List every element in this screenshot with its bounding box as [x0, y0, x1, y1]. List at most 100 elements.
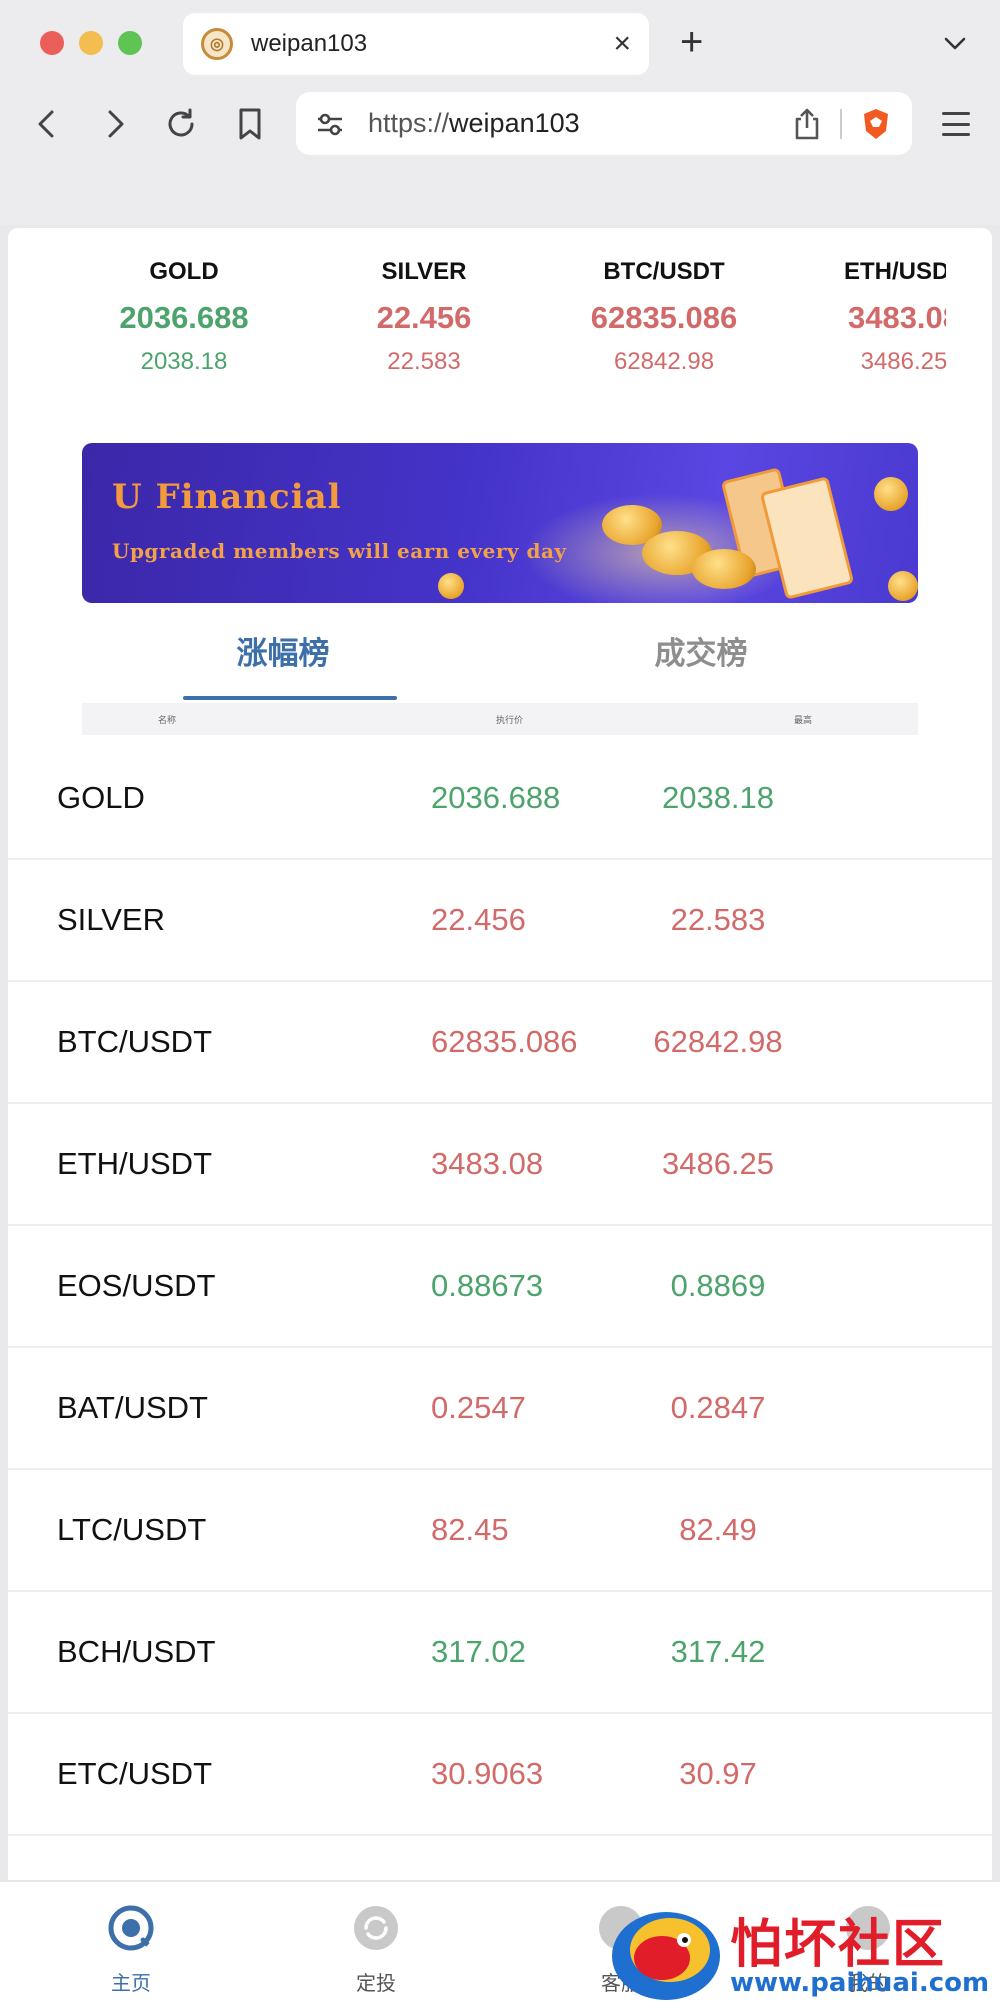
- row-symbol: EOS/USDT: [57, 1268, 216, 1303]
- row-high: 82.49: [679, 1512, 757, 1547]
- row-price: 82.45: [431, 1512, 509, 1547]
- table-row[interactable]: ETH/USDT 3483.08 3486.25: [8, 1104, 992, 1226]
- minimize-window-button[interactable]: [79, 31, 103, 55]
- maximize-window-button[interactable]: [118, 31, 142, 55]
- table-row[interactable]: GOLD 2036.688 2038.18: [8, 738, 992, 860]
- active-tab-indicator: [183, 696, 397, 700]
- row-symbol: BCH/USDT: [57, 1634, 216, 1669]
- ticker-price: 22.456: [376, 300, 472, 335]
- row-price: 22.456: [431, 902, 526, 937]
- reload-icon: [168, 108, 194, 137]
- promo-banner[interactable]: U Financial Upgraded members will earn e…: [82, 443, 918, 603]
- ticker-item[interactable]: SILVER 22.456 22.583: [314, 258, 534, 376]
- table-row[interactable]: BAT/USDT 0.2547 0.2847: [8, 1348, 992, 1470]
- row-symbol: GOLD: [57, 780, 145, 815]
- tab-volume[interactable]: 成交榜: [601, 628, 801, 673]
- bottom-navigation: 主页 定投 客服 我的 怕坏社区 www.paihuai.com: [0, 1880, 1000, 2006]
- back-arrow-icon: [38, 110, 54, 138]
- row-price: 0.2547: [431, 1390, 526, 1425]
- price-ticker: GOLD 2036.688 2038.18 SILVER 22.456 22.5…: [8, 228, 946, 408]
- row-symbol: BTC/USDT: [57, 1024, 212, 1059]
- tab-title: weipan103: [251, 30, 368, 57]
- ticker-price: 62835.086: [590, 300, 738, 335]
- column-header-price: 执行价: [496, 714, 524, 725]
- ticker-price: 3483.08: [847, 300, 946, 335]
- coin-illustration: [438, 573, 464, 599]
- row-price: 30.9063: [431, 1756, 544, 1791]
- new-tab-icon[interactable]: +: [680, 22, 703, 62]
- tab-gainers[interactable]: 涨幅榜: [183, 628, 383, 673]
- brave-shield-icon[interactable]: [860, 107, 892, 141]
- ticker-secondary-price: 62842.98: [613, 348, 715, 375]
- row-high: 317.42: [670, 1634, 766, 1669]
- ticker-price: 2036.688: [119, 300, 249, 335]
- site-settings-icon[interactable]: [316, 111, 344, 137]
- web-page: GOLD 2036.688 2038.18 SILVER 22.456 22.5…: [8, 228, 992, 2006]
- ranking-tabs: 涨幅榜 成交榜: [8, 628, 992, 700]
- toolbar-divider: [840, 108, 842, 139]
- table-row[interactable]: BCH/USDT 317.02 317.42: [8, 1592, 992, 1714]
- row-symbol: BAT/USDT: [57, 1390, 208, 1425]
- row-high: 0.8869: [670, 1268, 766, 1303]
- row-price: 62835.086: [431, 1024, 578, 1059]
- coin-illustration: [692, 549, 756, 589]
- window-controls: [40, 31, 142, 55]
- table-row[interactable]: SILVER 22.456 22.583: [8, 860, 992, 982]
- row-price: 0.88673: [431, 1268, 544, 1303]
- row-price: 317.02: [431, 1634, 526, 1669]
- banner-title: U Financial: [112, 477, 342, 517]
- column-header-high: 最高: [794, 714, 813, 725]
- site-favicon-icon: ◎: [201, 28, 233, 60]
- row-high: 62842.98: [653, 1024, 783, 1059]
- ticker-item[interactable]: GOLD 2036.688 2038.18: [74, 258, 294, 376]
- nav-item-home[interactable]: 主页: [71, 1904, 191, 1996]
- ticker-item[interactable]: BTC/USDT 62835.086 62842.98: [554, 258, 774, 376]
- share-icon[interactable]: [792, 107, 822, 141]
- nav-label: 主页: [111, 1973, 151, 1995]
- url-text[interactable]: https://weipan103: [368, 108, 792, 139]
- watermark-url: www.paihuai.com: [730, 1968, 990, 1998]
- row-high: 30.97: [679, 1756, 757, 1791]
- reload-button[interactable]: [161, 104, 201, 144]
- back-button[interactable]: [27, 104, 67, 144]
- coin-illustration: [874, 477, 908, 511]
- row-price: 2036.688: [431, 780, 561, 815]
- chevron-down-icon[interactable]: [942, 30, 968, 56]
- column-header-name: 名称: [158, 714, 177, 725]
- browser-chrome: ◎ weipan103 × + https://weipan103: [0, 0, 1000, 225]
- row-high: 2038.18: [661, 780, 775, 815]
- url-scheme: https://: [368, 108, 450, 138]
- invest-icon: [354, 1906, 398, 1950]
- forward-arrow-icon: [108, 110, 124, 138]
- browser-tab[interactable]: ◎ weipan103 ×: [183, 13, 649, 75]
- address-bar[interactable]: https://weipan103: [296, 92, 912, 155]
- ticker-symbol: ETH/USDT: [844, 258, 946, 285]
- ticker-secondary-price: 2038.18: [140, 348, 228, 375]
- bookmark-icon: [239, 108, 261, 140]
- table-row[interactable]: ETC/USDT 30.9063 30.97: [8, 1714, 992, 1836]
- bookmark-button[interactable]: [230, 104, 270, 144]
- watermark-logo-icon: [612, 1912, 720, 2000]
- ticker-secondary-price: 3486.25: [860, 348, 946, 375]
- ticker-symbol: BTC/USDT: [603, 258, 725, 285]
- ticker-item[interactable]: ETH/USDT 3483.08 3486.25: [794, 258, 946, 376]
- banner-subtitle: Upgraded members will earn every day: [112, 539, 567, 563]
- row-symbol: ETH/USDT: [57, 1146, 212, 1181]
- table-row[interactable]: EOS/USDT 0.88673 0.8869: [8, 1226, 992, 1348]
- row-high: 3486.25: [661, 1146, 775, 1181]
- row-symbol: LTC/USDT: [57, 1512, 207, 1547]
- table-row[interactable]: BTC/USDT 62835.086 62842.98: [8, 982, 992, 1104]
- close-window-button[interactable]: [40, 31, 64, 55]
- nav-item-invest[interactable]: 定投: [316, 1904, 436, 1996]
- menu-icon[interactable]: [942, 112, 970, 136]
- forward-button[interactable]: [95, 104, 135, 144]
- close-tab-icon[interactable]: ×: [613, 29, 631, 59]
- ticker-secondary-price: 22.583: [387, 348, 461, 375]
- home-icon: [108, 1905, 154, 1951]
- row-symbol: ETC/USDT: [57, 1756, 212, 1791]
- ticker-symbol: GOLD: [149, 258, 219, 285]
- watermark: 怕坏社区 www.paihuai.com: [606, 1898, 1000, 2006]
- table-row[interactable]: LTC/USDT 82.45 82.49: [8, 1470, 992, 1592]
- row-symbol: SILVER: [57, 902, 165, 937]
- coin-illustration: [888, 571, 918, 601]
